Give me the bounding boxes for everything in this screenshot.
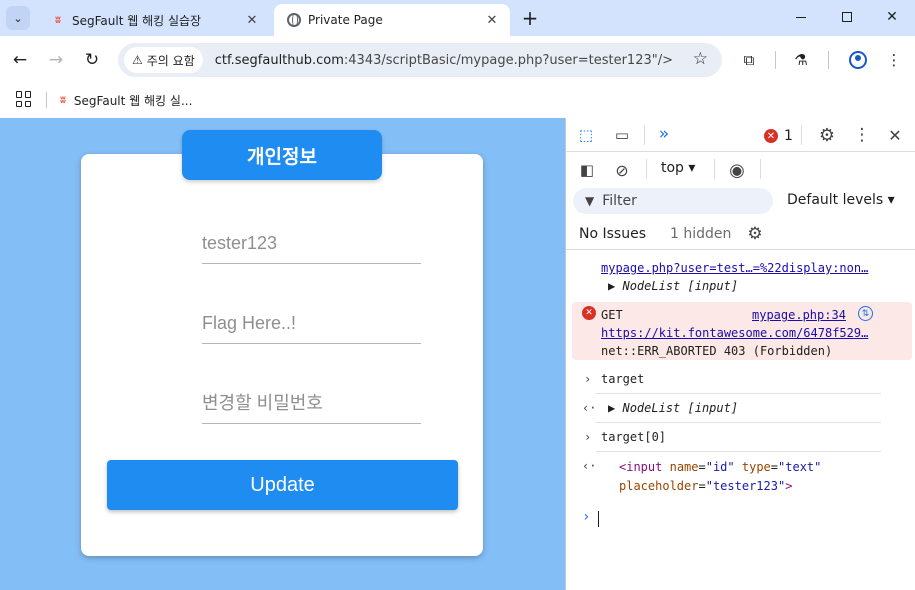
console-input-caret[interactable] [598,511,599,527]
kebab-menu-icon[interactable]: ⋮ [882,48,906,72]
bookmark-star-icon[interactable]: ☆ [693,49,708,69]
tab-title: SegFault 웹 해킹 실습장 [72,13,202,28]
update-button[interactable]: Update [107,460,458,510]
close-devtools-icon[interactable]: ✕ [884,124,906,146]
security-chip[interactable]: ⚠ 주의 요함 [124,47,203,73]
bookmark-segfault[interactable]: ʬ SegFault 웹 해킹 실... [60,88,192,112]
console-filter-row: ▼ Filter Default levels ▾ [566,186,915,216]
console-element-result-cont: placeholder="tester123"> [619,479,793,493]
device-toolbar-icon[interactable]: ▭ [612,125,632,145]
error-source-link[interactable]: mypage.php:34 [752,308,846,322]
log-source-link[interactable]: mypage.php?user=test…=%22display:non… [601,261,868,275]
segfault-logo-icon: ʬ [55,14,61,26]
console-entry[interactable]: ▶ NodeList [input] [608,279,738,293]
live-expression-eye-icon[interactable]: ◉ [724,159,750,181]
bookmarks-bar: ʬ SegFault 웹 해킹 실... [0,84,915,118]
maximize-icon [842,12,852,22]
reload-button[interactable]: ↻ [80,48,104,72]
toolbar-divider [775,51,776,69]
toolbar-divider [760,159,761,179]
bookmark-label: SegFault 웹 해킹 실... [73,93,193,108]
sidebar-toggle-icon[interactable]: ◧ [576,159,598,181]
devtools-toolbar: ⬚ ▭ » ✕ 1 ⚙ ⋮ ✕ [566,118,915,152]
apps-grid-icon[interactable] [16,91,32,107]
console-command: target[0] [601,430,667,444]
labs-flask-icon[interactable]: ⚗ [789,48,813,72]
tab-private-page[interactable]: Private Page ✕ [274,4,510,36]
console-prompt-icon: › [582,509,591,525]
user-id-field[interactable] [202,224,421,264]
page-title: 개인정보 [182,130,382,180]
window-close-button[interactable]: ✕ [869,0,915,34]
extensions-icon[interactable]: ⧉ [737,48,761,72]
error-icon: ✕ [764,129,778,143]
log-levels-dropdown[interactable]: Default levels ▾ [787,192,895,208]
filter-funnel-icon: ▼ [585,194,595,208]
more-tabs-chevron-icon[interactable]: » [654,124,674,144]
profile-icon[interactable] [846,48,870,72]
kebab-menu-icon[interactable]: ⋮ [851,124,873,146]
input-chevron-icon: › [584,372,592,386]
tab-segfault[interactable]: ʬ SegFault 웹 해킹 실습장 ✕ [38,4,270,36]
expand-triangle-icon: ▶ [608,401,616,415]
input-chevron-icon: › [584,430,592,444]
address-bar[interactable]: ⚠ 주의 요함 ctf.segfaulthub.com:4343/scriptB… [118,43,722,77]
error-url-link[interactable]: https://kit.fontawesome.com/6478f529… [601,326,868,340]
console-divider [596,393,881,394]
maximize-button[interactable] [824,0,870,34]
inspect-element-icon[interactable]: ⬚ [576,125,596,145]
error-count: 1 [784,128,793,144]
error-icon: ✕ [582,306,596,320]
forward-button[interactable]: → [44,48,68,72]
clear-console-icon[interactable]: ⊘ [611,159,633,181]
browser-toolbar: ← → ↻ ⚠ 주의 요함 ctf.segfaulthub.com:4343/s… [0,36,915,84]
url-text[interactable]: ctf.segfaulthub.com:4343/scriptBasic/myp… [215,53,675,68]
page-viewport: 개인정보 Update [0,118,565,590]
console-divider [596,422,881,423]
toolbar-divider [828,51,829,69]
devtools-panel: ⬚ ▭ » ✕ 1 ⚙ ⋮ ✕ ◧ ⊘ top ▾ ◉ ▼ Filter Def… [565,118,915,590]
error-method: GET [601,308,623,322]
segfault-logo-icon: ʬ [60,94,66,106]
close-icon[interactable]: ✕ [244,12,260,28]
error-count-badge[interactable]: ✕ 1 [764,128,793,144]
output-arrow-icon: ‹· [582,459,597,473]
network-request-icon[interactable]: ⇅ [858,306,873,321]
security-label: 주의 요함 [146,53,195,68]
context-selector[interactable]: top ▾ [661,160,695,176]
hidden-messages-count: 1 hidden [670,226,732,242]
warning-icon: ⚠ [132,53,143,67]
globe-icon [286,12,302,28]
console-settings-gear-icon[interactable]: ⚙ [744,223,766,245]
filter-input[interactable]: ▼ Filter [573,188,773,214]
toolbar-divider [644,125,645,145]
new-tab-button[interactable]: + [518,6,542,30]
tab-search-button[interactable]: ⌄ [6,6,30,30]
tab-title: Private Page [308,13,383,27]
console-command: target [601,372,645,386]
toolbar-divider [801,125,802,145]
filter-placeholder: Filter [602,193,637,209]
new-password-field[interactable] [202,384,421,424]
console-divider [596,451,881,452]
chevron-down-icon: ⌄ [13,11,23,25]
close-icon[interactable]: ✕ [484,12,500,28]
bookmark-divider [46,92,47,108]
back-button[interactable]: ← [8,48,32,72]
console-toolbar: ◧ ⊘ top ▾ ◉ [566,152,915,186]
tab-strip: ⌄ ʬ SegFault 웹 해킹 실습장 ✕ Private Page ✕ +… [0,0,915,36]
console-element-result[interactable]: <input name="id" type="text" [619,460,821,474]
output-arrow-icon: ‹· [582,401,597,415]
minimize-button[interactable] [778,0,824,34]
toolbar-divider [646,159,647,179]
console-result[interactable]: ▶ NodeList [input] [608,401,738,415]
minimize-icon [796,16,806,18]
settings-gear-icon[interactable]: ⚙ [816,124,838,146]
flag-field[interactable] [202,304,421,344]
error-message: net::ERR_ABORTED 403 (Forbidden) [601,344,833,358]
expand-triangle-icon: ▶ [608,279,616,293]
issues-row: No Issues 1 hidden ⚙ [566,218,915,250]
toolbar-divider [714,159,715,179]
issues-label[interactable]: No Issues [579,226,646,242]
